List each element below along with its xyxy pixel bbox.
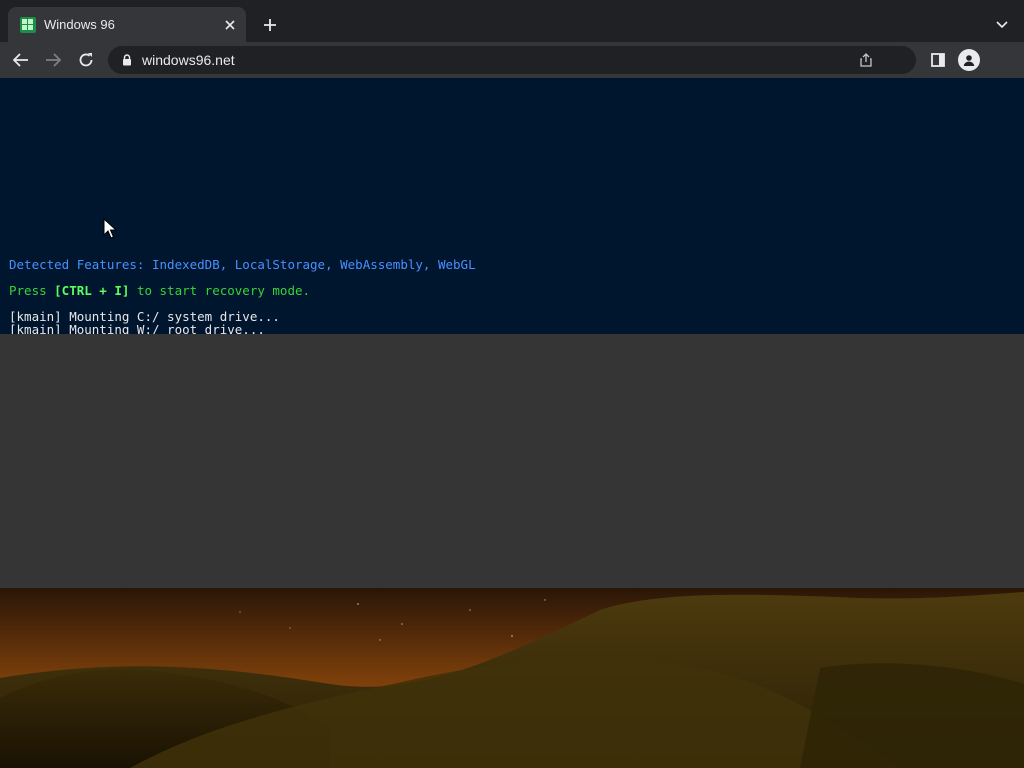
tab-windows96[interactable]: Windows 96 (8, 7, 246, 42)
recovery-prompt-line: Press [CTRL + I] to start recovery mode. (9, 284, 310, 297)
chevron-down-icon[interactable] (992, 13, 1012, 37)
close-tab-icon[interactable] (220, 15, 240, 35)
side-panel-icon[interactable] (926, 47, 950, 73)
forward-arrow-icon[interactable] (40, 47, 66, 73)
browser-toolbar (0, 42, 1024, 78)
desktop-wallpaper (0, 588, 1024, 768)
new-tab-icon[interactable] (258, 13, 282, 37)
mountain-landscape-image (0, 588, 1024, 768)
loading-area (0, 334, 1024, 588)
tab-title: Windows 96 (44, 17, 115, 32)
boot-console: Detected Features: IndexedDB, LocalStora… (0, 78, 1024, 334)
share-icon[interactable] (852, 48, 880, 72)
address-bar[interactable] (108, 46, 916, 74)
profile-avatar-icon[interactable] (958, 49, 980, 71)
recovery-shortcut: [CTRL + I] (54, 283, 130, 298)
url-input[interactable] (142, 48, 852, 72)
tab-strip: Windows 96 (0, 0, 1024, 42)
windows-logo-icon (20, 16, 36, 33)
back-arrow-icon[interactable] (8, 47, 34, 73)
log-line: [kmain] Mounting W:/ root drive... (9, 322, 265, 334)
recovery-prefix: Press (9, 283, 55, 298)
recovery-suffix: to start recovery mode. (129, 283, 311, 298)
page-viewport: Detected Features: IndexedDB, LocalStora… (0, 78, 1024, 768)
detected-features-line: Detected Features: IndexedDB, LocalStora… (9, 257, 476, 272)
reload-icon[interactable] (73, 47, 99, 73)
browser-window: Windows 96 windows96.net Detected Featur… (0, 0, 1024, 768)
lock-icon[interactable] (120, 53, 134, 67)
